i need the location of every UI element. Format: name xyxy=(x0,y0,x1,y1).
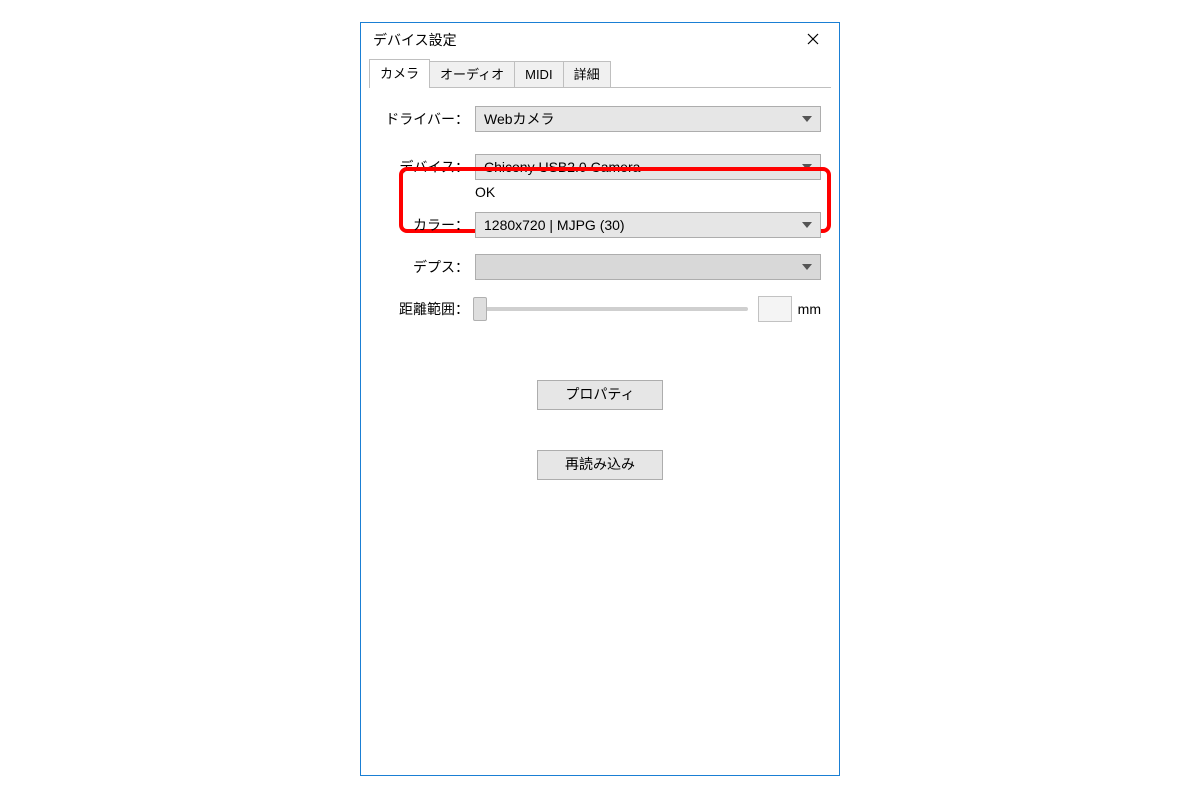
driver-value: Webカメラ xyxy=(484,109,796,129)
properties-button-label: プロパティ xyxy=(565,386,634,402)
reload-row: 再読み込み xyxy=(379,450,821,480)
tab-camera-label: カメラ xyxy=(380,66,419,81)
range-slider-wrap: mm xyxy=(475,296,821,322)
tab-advanced-label: 詳細 xyxy=(574,67,600,82)
camera-panel: ドライバー： Webカメラ デバイス： Chicony USB2.0 Camer… xyxy=(361,88,839,498)
color-row: カラー： 1280x720 | MJPG (30) xyxy=(379,212,821,238)
depth-select xyxy=(475,254,821,280)
properties-row: プロパティ xyxy=(379,380,821,410)
range-slider-thumb[interactable] xyxy=(473,297,487,321)
properties-button[interactable]: プロパティ xyxy=(537,380,663,410)
tab-strip: カメラ オーディオ MIDI 詳細 xyxy=(369,59,831,88)
tab-camera[interactable]: カメラ xyxy=(369,59,430,87)
tab-audio[interactable]: オーディオ xyxy=(429,61,515,87)
depth-label: デプス： xyxy=(379,257,475,277)
device-select[interactable]: Chicony USB2.0 Camera xyxy=(475,154,821,180)
reload-button[interactable]: 再読み込み xyxy=(537,450,663,480)
device-status-row: OK xyxy=(379,184,821,200)
range-row: 距離範囲： mm xyxy=(379,296,821,322)
range-value-box[interactable] xyxy=(758,296,792,322)
range-unit: mm xyxy=(798,301,821,317)
driver-row: ドライバー： Webカメラ xyxy=(379,106,821,132)
chevron-down-icon xyxy=(802,222,812,228)
reload-button-label: 再読み込み xyxy=(565,456,635,472)
close-button[interactable] xyxy=(791,25,835,55)
device-label: デバイス： xyxy=(379,157,475,177)
device-row: デバイス： Chicony USB2.0 Camera xyxy=(379,154,821,180)
color-select[interactable]: 1280x720 | MJPG (30) xyxy=(475,212,821,238)
tab-advanced[interactable]: 詳細 xyxy=(563,61,611,87)
tab-midi-label: MIDI xyxy=(525,67,552,82)
chevron-down-icon xyxy=(802,264,812,270)
color-value: 1280x720 | MJPG (30) xyxy=(484,217,796,233)
depth-row: デプス： xyxy=(379,254,821,280)
color-label: カラー： xyxy=(379,215,475,235)
chevron-down-icon xyxy=(802,164,812,170)
device-status: OK xyxy=(475,184,495,200)
tab-audio-label: オーディオ xyxy=(440,67,504,82)
range-label: 距離範囲： xyxy=(379,299,475,319)
device-value: Chicony USB2.0 Camera xyxy=(484,159,796,175)
window-title: デバイス設定 xyxy=(373,30,791,50)
chevron-down-icon xyxy=(802,116,812,122)
titlebar: デバイス設定 xyxy=(361,23,839,57)
driver-select[interactable]: Webカメラ xyxy=(475,106,821,132)
tab-midi[interactable]: MIDI xyxy=(514,61,563,87)
close-icon xyxy=(807,32,819,48)
driver-label: ドライバー： xyxy=(379,109,475,129)
range-slider[interactable] xyxy=(475,307,748,311)
device-settings-dialog: デバイス設定 カメラ オーディオ MIDI 詳細 ドライバー： Webカメラ デ… xyxy=(360,22,840,776)
